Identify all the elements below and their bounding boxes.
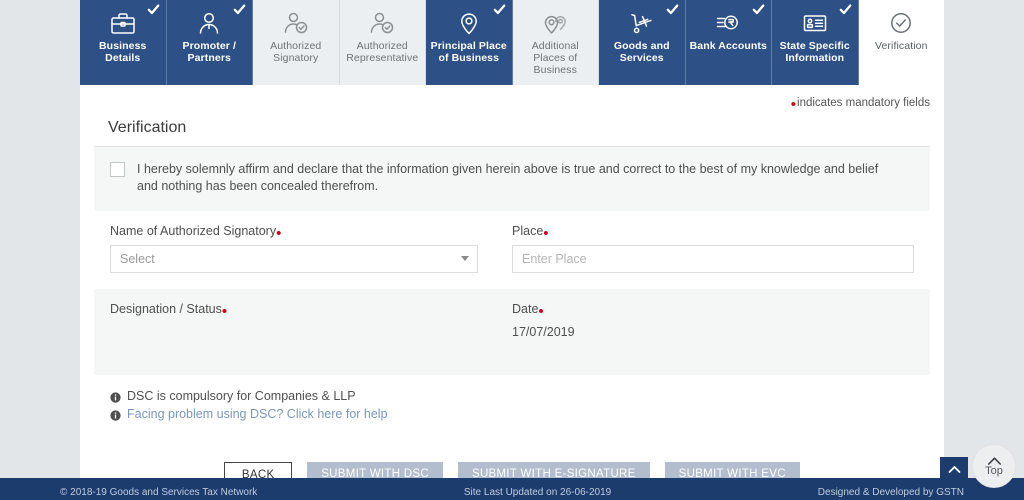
required-dot-icon: • <box>538 303 544 320</box>
designation-label-text: Designation / Status <box>110 302 222 316</box>
map-pins-icon <box>542 8 568 38</box>
date-label: Date• <box>512 302 914 319</box>
place-label: Place• <box>512 224 914 241</box>
declaration-checkbox[interactable] <box>110 162 125 177</box>
footer-last-updated: Site Last Updated on 26-06-2019 <box>463 487 612 498</box>
required-dot-icon: • <box>276 225 282 242</box>
signatory-label: Name of Authorized Signatory• <box>110 224 478 241</box>
dsc-notes: DSC is compulsory for Companies & LLP Fa… <box>94 375 930 428</box>
tab-completed-check-icon <box>147 3 160 16</box>
gst-registration-page: Business Details Promoter / Partners Aut… <box>0 0 1024 500</box>
tab-additional-places-of-business[interactable]: Additional Places of Business <box>512 0 599 85</box>
footer-copyright: © 2018-19 Goods and Services Tax Network <box>60 487 258 498</box>
mandatory-note-text: indicates mandatory fields <box>797 97 930 109</box>
place-input[interactable] <box>512 245 914 273</box>
person-check-icon <box>283 8 309 38</box>
signatory-select-wrap <box>110 245 478 273</box>
footer-credit: Designed & Developed by GSTN <box>817 487 964 498</box>
tab-completed-check-icon <box>839 3 852 16</box>
footer-inner: © 2018-19 Goods and Services Tax Network… <box>0 478 1024 500</box>
tab-authorized-signatory[interactable]: Authorized Signatory <box>253 0 340 85</box>
tab-label: Bank Accounts <box>689 40 767 52</box>
tab-completed-check-icon <box>752 3 765 16</box>
tab-bank-accounts[interactable]: Bank Accounts <box>685 0 772 85</box>
tab-label: Principal Place of Business <box>430 40 507 64</box>
dsc-help-link[interactable]: Facing problem using DSC? Click here for… <box>127 406 388 423</box>
scroll-up-button[interactable] <box>940 457 968 482</box>
briefcase-icon <box>110 8 136 38</box>
info-icon <box>110 410 121 421</box>
dsc-note-line[interactable]: Facing problem using DSC? Click here for… <box>110 406 914 423</box>
declaration-text: I hereby solemnly affirm and declare tha… <box>137 162 879 193</box>
tab-authorized-representative[interactable]: Authorized Representative <box>339 0 426 85</box>
tab-label: Authorized Representative <box>346 40 419 64</box>
place-label-text: Place <box>512 224 544 238</box>
tab-label: State Specific Information <box>779 40 850 64</box>
back-to-top-button[interactable]: Top <box>972 444 1016 488</box>
tab-label: Authorized Signatory <box>270 40 322 64</box>
tab-label: Business Details <box>99 40 147 64</box>
back-to-top-label: Top <box>985 464 1003 477</box>
signatory-field-group: Name of Authorized Signatory• <box>110 224 512 273</box>
designation-value <box>110 323 478 341</box>
date-label-text: Date <box>512 302 539 316</box>
tab-label: Verification <box>874 40 928 52</box>
map-pin-icon <box>456 8 482 38</box>
tab-state-specific-information[interactable]: State Specific Information <box>772 0 859 85</box>
signatory-place-row: Name of Authorized Signatory• Place• <box>94 211 930 289</box>
date-value: 17/07/2019 <box>512 325 575 339</box>
signatory-select[interactable] <box>110 245 478 273</box>
mandatory-fields-note: •indicates mandatory fields <box>80 85 944 113</box>
tab-verification[interactable]: Verification <box>858 0 944 85</box>
required-dot-icon: • <box>221 303 228 320</box>
content-area: Business Details Promoter / Partners Aut… <box>80 0 944 500</box>
signatory-label-text: Name of Authorized Signatory <box>110 224 277 238</box>
page-footer: © 2018-19 Goods and Services Tax Network… <box>0 478 1024 500</box>
page-title: Verification <box>94 113 930 147</box>
tab-goods-and-services[interactable]: Goods and Services <box>599 0 686 85</box>
tab-principal-place-of-business[interactable]: Principal Place of Business <box>426 0 513 85</box>
goods-cart-icon <box>629 8 655 38</box>
info-icon <box>110 392 121 403</box>
date-field-group: Date• 17/07/2019 <box>512 302 914 341</box>
designation-label: Designation / Status• <box>110 302 478 319</box>
dsc-note-text: DSC is compulsory for Companies & LLP <box>127 389 356 403</box>
tab-label: Goods and Services <box>613 40 670 64</box>
required-dot-icon: • <box>543 225 549 242</box>
designation-field-group: Designation / Status• <box>110 302 512 341</box>
tab-promoter-partners[interactable]: Promoter / Partners <box>166 0 253 85</box>
tab-completed-check-icon <box>493 3 506 16</box>
rupee-coin-icon <box>715 8 741 38</box>
verification-form: I hereby solemnly affirm and declare tha… <box>80 147 944 500</box>
tab-label: Additional Places of Business <box>531 40 579 76</box>
person-check-icon <box>369 8 395 38</box>
tab-business-details[interactable]: Business Details <box>80 0 167 85</box>
tab-label: Promoter / Partners <box>182 40 236 64</box>
designation-date-row: Designation / Status• Date• 17/07/2019 <box>94 289 930 375</box>
required-dot-icon: • <box>790 96 797 113</box>
tab-completed-check-icon <box>233 3 246 16</box>
chevron-up-icon <box>948 466 960 473</box>
registration-step-tabs: Business Details Promoter / Partners Aut… <box>80 0 944 85</box>
person-icon <box>196 8 222 38</box>
declaration-row: I hereby solemnly affirm and declare tha… <box>94 147 930 211</box>
place-field-group: Place• <box>512 224 914 273</box>
check-circle-icon <box>888 8 914 38</box>
id-card-icon <box>802 8 828 38</box>
dsc-note-line: DSC is compulsory for Companies & LLP <box>110 388 914 405</box>
tab-completed-check-icon <box>666 3 679 16</box>
